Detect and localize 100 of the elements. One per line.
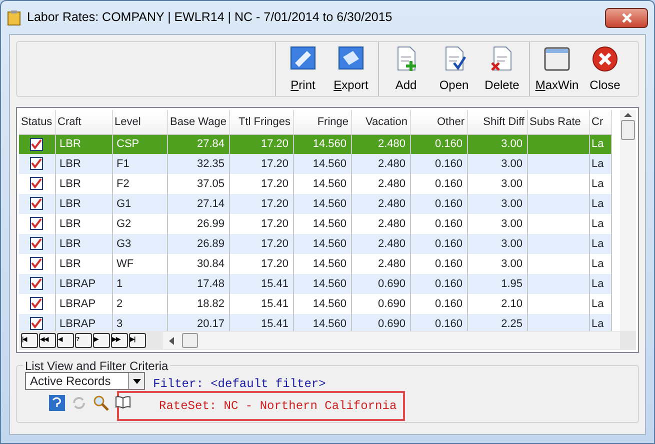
- table-cell: 30.84: [196, 258, 224, 270]
- book-icon[interactable]: [115, 395, 131, 409]
- table-cell: La: [592, 198, 604, 210]
- status-checkbox[interactable]: [30, 257, 44, 270]
- status-checkbox[interactable]: [30, 297, 44, 310]
- table-cell: 17.20: [260, 178, 288, 190]
- column-header[interactable]: Other: [410, 110, 467, 134]
- status-checkbox[interactable]: [30, 317, 44, 330]
- vertical-scrollbar[interactable]: [620, 110, 636, 332]
- column-header[interactable]: Fringe: [293, 110, 351, 134]
- delete-button[interactable]: Delete: [479, 42, 525, 96]
- table-cell: WF: [116, 258, 134, 270]
- column-header[interactable]: Ttl Fringes: [229, 110, 293, 134]
- column-header[interactable]: Vacation: [351, 110, 410, 134]
- status-checkbox[interactable]: [30, 197, 44, 210]
- table-cell: 0.160: [434, 318, 462, 330]
- table-cell: La: [592, 318, 604, 330]
- table-row[interactable]: LBR F1 32.35 17.20 14.560 2.480 0.160 3.00 La: [19, 154, 611, 174]
- table-cell: 26.99: [196, 218, 224, 230]
- table-cell: 0.160: [434, 218, 462, 230]
- column-header[interactable]: Craft: [55, 110, 112, 134]
- status-checkbox[interactable]: [30, 237, 44, 250]
- window-icon: [543, 44, 571, 72]
- column-header[interactable]: Base Wage: [167, 110, 229, 134]
- help-icon[interactable]: [49, 395, 65, 411]
- rateset-text: RateSet: NC - Northern California: [159, 398, 397, 415]
- table-cell: 1.95: [501, 278, 522, 290]
- table-cell: 1: [116, 278, 123, 290]
- column-header[interactable]: Level: [112, 110, 167, 134]
- close-icon: [591, 44, 619, 72]
- table-cell: 17.20: [260, 258, 288, 270]
- table-cell: La: [592, 138, 604, 150]
- table-cell: 14.560: [312, 138, 346, 150]
- table-cell: La: [592, 218, 604, 230]
- column-header[interactable]: Status: [19, 110, 55, 134]
- print-icon: [289, 44, 317, 72]
- table-row[interactable]: LBRAP 1 17.48 15.41 14.560 0.690 0.160 1.95 La: [19, 274, 611, 294]
- scroll-thumb[interactable]: [182, 333, 198, 348]
- status-checkbox[interactable]: [30, 217, 44, 230]
- scroll-thumb[interactable]: [621, 120, 635, 140]
- scroll-up-icon[interactable]: [624, 110, 632, 120]
- table-cell: 0.160: [434, 278, 462, 290]
- table-cell: 15.41: [260, 318, 288, 330]
- table-cell: 3: [116, 318, 123, 330]
- export-icon: [337, 44, 365, 72]
- table-cell: 0.690: [378, 278, 406, 290]
- table-row[interactable]: LBR G1 27.14 17.20 14.560 2.480 0.160 3.00 La: [19, 194, 611, 214]
- print-button[interactable]: Print: [280, 42, 326, 96]
- table-row[interactable]: LBR G3 26.89 17.20 14.560 2.480 0.160 3.00 La: [19, 234, 611, 254]
- table-cell: 14.560: [312, 238, 346, 250]
- table-cell: 26.89: [196, 238, 224, 250]
- table-cell: 32.35: [196, 158, 224, 170]
- table-cell: LBRAP: [60, 298, 96, 310]
- add-button[interactable]: Add: [383, 42, 429, 96]
- search-icon[interactable]: [93, 395, 109, 411]
- table-cell: 14.560: [312, 198, 346, 210]
- column-header[interactable]: Cr: [589, 110, 611, 134]
- table-cell: 2.480: [378, 158, 406, 170]
- table-cell: 17.20: [260, 158, 288, 170]
- table-cell: F1: [116, 158, 130, 170]
- table-cell: LBR: [60, 258, 81, 270]
- table-cell: 27.84: [196, 138, 224, 150]
- status-checkbox[interactable]: [30, 138, 44, 151]
- table-cell: 3.00: [501, 198, 522, 210]
- table-cell: 2.480: [378, 238, 406, 250]
- column-header[interactable]: Shift Diff: [467, 110, 527, 134]
- close-button[interactable]: [605, 8, 648, 28]
- table-cell: 14.560: [312, 178, 346, 190]
- table-cell: La: [592, 278, 604, 290]
- table-cell: 17.48: [196, 278, 224, 290]
- status-checkbox[interactable]: [30, 277, 44, 290]
- table-cell: 0.160: [434, 298, 462, 310]
- view-dropdown[interactable]: Active Records: [25, 372, 145, 390]
- table-cell: 15.41: [260, 298, 288, 310]
- table-cell: La: [592, 178, 604, 190]
- table-cell: LBR: [60, 218, 81, 230]
- status-checkbox[interactable]: [30, 157, 44, 170]
- table-cell: 0.160: [434, 198, 462, 210]
- table-cell: 14.560: [312, 278, 346, 290]
- table-cell: 3.00: [501, 218, 522, 230]
- scroll-left-icon[interactable]: [169, 336, 174, 344]
- open-button[interactable]: Open: [431, 42, 477, 96]
- table-cell: LBRAP: [60, 278, 96, 290]
- table-cell: 2.10: [501, 298, 522, 310]
- close-button[interactable]: Close: [582, 42, 628, 96]
- maximize-button[interactable]: MaxWin: [534, 42, 580, 96]
- table-cell: 14.560: [312, 218, 346, 230]
- table-cell: 2.480: [378, 258, 406, 270]
- horizontal-scrollbar[interactable]: [163, 332, 620, 349]
- table-cell: 17.20: [260, 198, 288, 210]
- table-cell: 37.05: [196, 178, 224, 190]
- column-header[interactable]: Subs Rate: [527, 110, 589, 134]
- status-checkbox[interactable]: [30, 177, 44, 190]
- table-cell: 15.41: [260, 278, 288, 290]
- table-cell: 3.00: [501, 158, 522, 170]
- table-cell: 0.690: [378, 318, 406, 330]
- export-button[interactable]: Export: [328, 42, 374, 96]
- table-cell: 20.17: [196, 318, 224, 330]
- table-cell: 17.20: [260, 218, 288, 230]
- table-cell: LBR: [60, 198, 81, 210]
